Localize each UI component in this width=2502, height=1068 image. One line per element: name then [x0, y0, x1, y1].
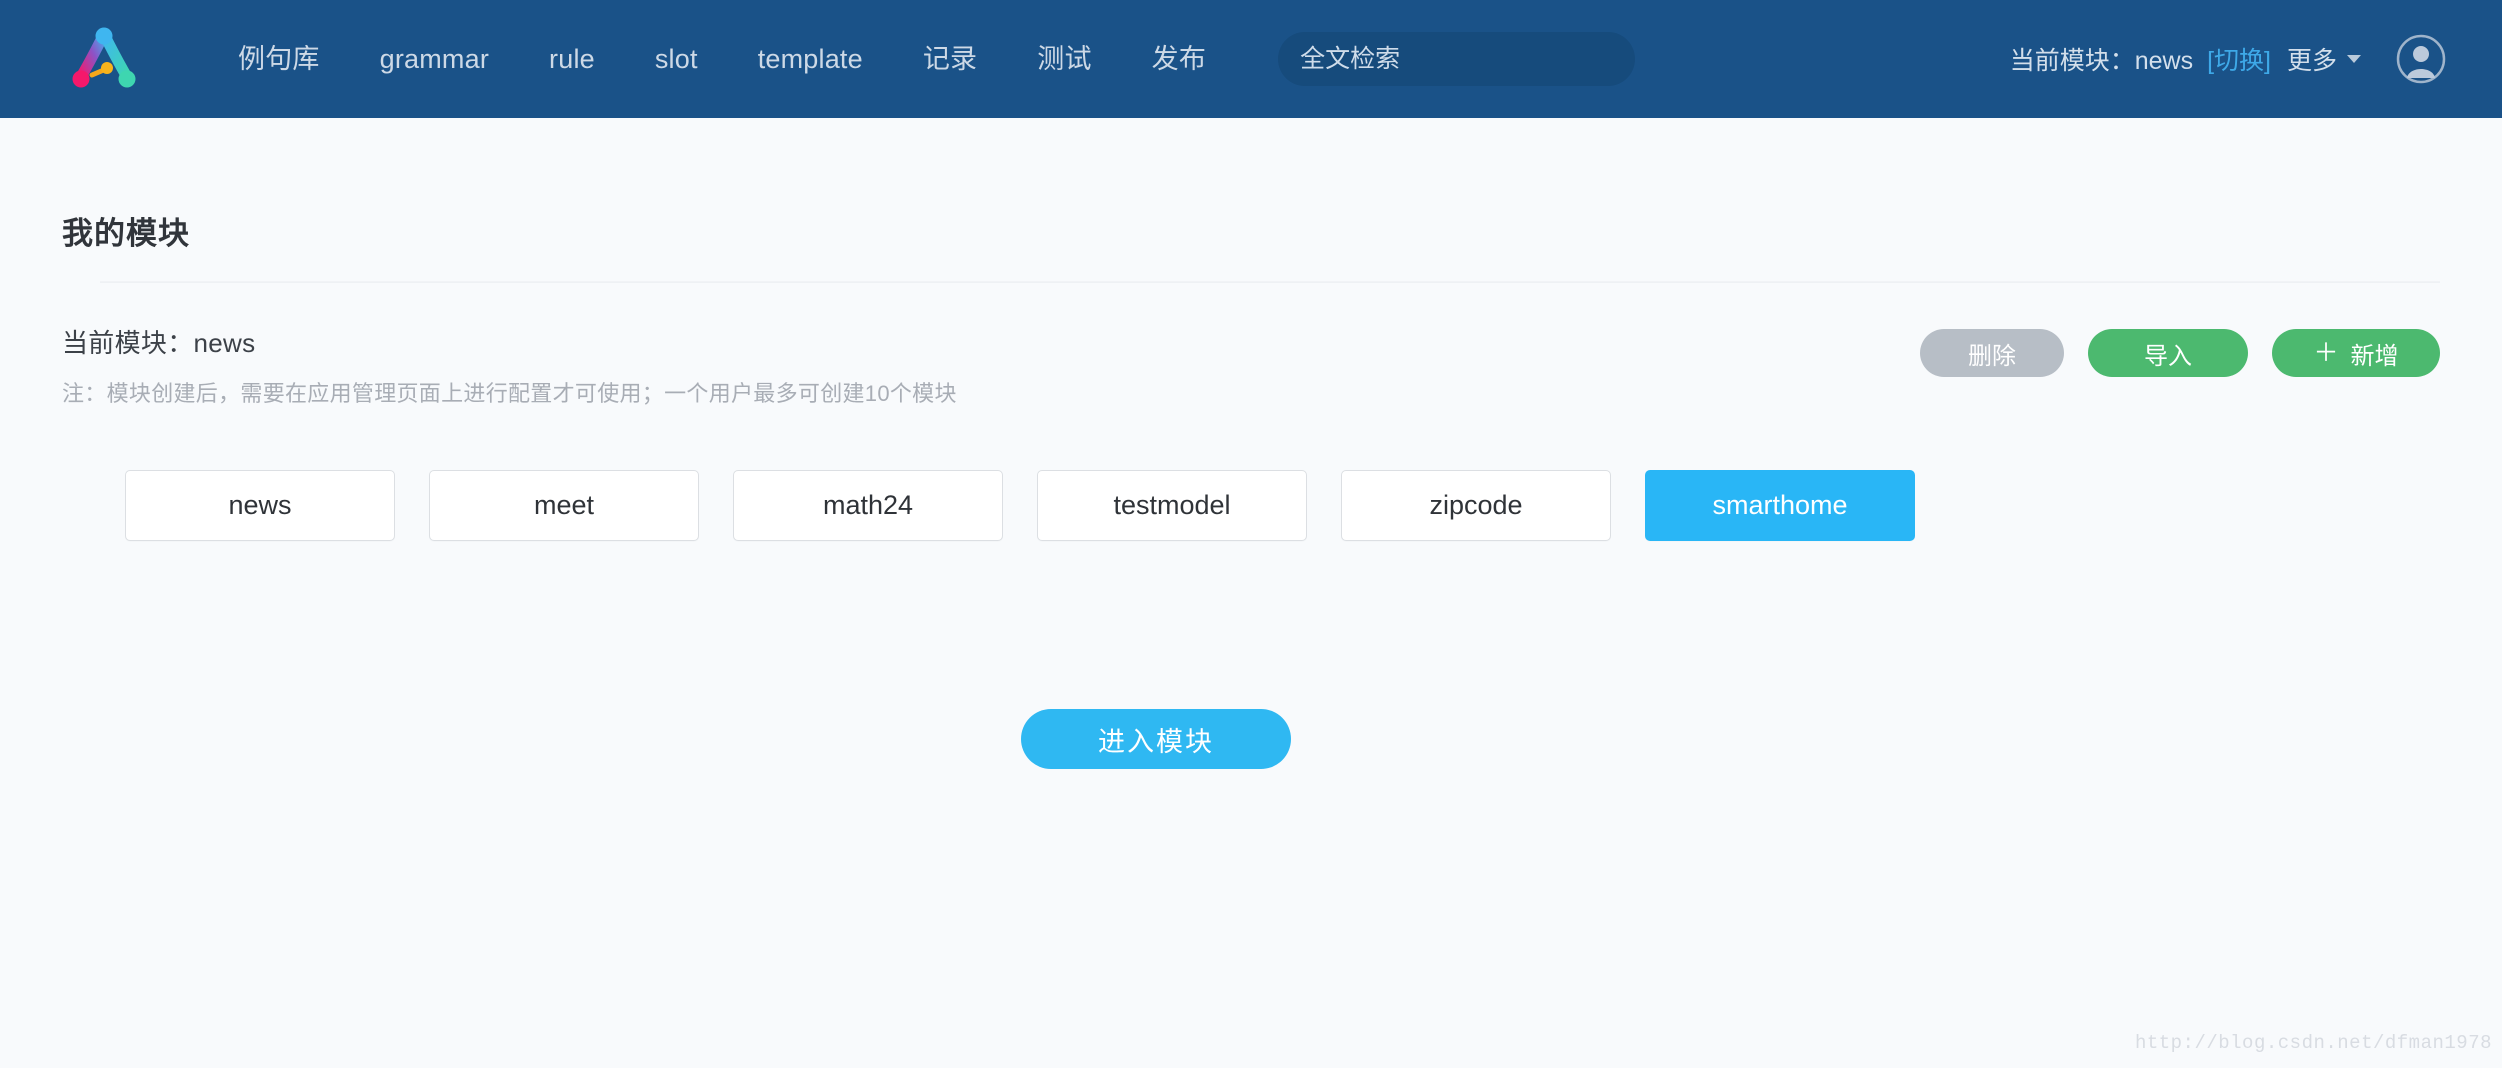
module-chip-meet[interactable]: meet	[429, 470, 699, 541]
delete-button[interactable]: 删除	[1920, 329, 2064, 377]
chevron-down-icon	[2347, 55, 2361, 63]
current-module-indicator: 当前模块：news	[2009, 47, 2194, 75]
nav-item-publish[interactable]: 发布	[1122, 36, 1236, 83]
enter-module-button[interactable]: 进入模块	[1021, 709, 1291, 769]
module-actions: 删除 导入 ＋ 新增	[1920, 329, 2440, 377]
plus-icon: ＋	[2313, 338, 2339, 367]
module-chip-news[interactable]: news	[125, 470, 395, 541]
nav-item-records[interactable]: 记录	[893, 36, 1007, 83]
module-summary-row: 当前模块：news 注：模块创建后，需要在应用管理页面上进行配置才可使用；一个用…	[62, 323, 2440, 408]
module-chip-smarthome[interactable]: smarthome	[1645, 470, 1915, 541]
avatar[interactable]	[2395, 33, 2447, 85]
module-chip-math24[interactable]: math24	[733, 470, 1003, 541]
page-content: 我的模块 当前模块：news 注：模块创建后，需要在应用管理页面上进行配置才可使…	[0, 118, 2502, 1068]
navbar-right-section: 当前模块：news [切换] 更多	[2010, 33, 2447, 85]
module-chip-list: news meet math24 testmodel zipcode smart…	[62, 470, 2440, 541]
nav-item-examples[interactable]: 例句库	[208, 36, 350, 83]
module-chip-testmodel[interactable]: testmodel	[1037, 470, 1307, 541]
current-module-text: 当前模块：news	[62, 328, 256, 358]
module-summary-text: 当前模块：news 注：模块创建后，需要在应用管理页面上进行配置才可使用；一个用…	[62, 323, 1920, 408]
search-input[interactable]	[1278, 32, 1636, 86]
top-navbar: 例句库 grammar rule slot template 记录 测试 发布 …	[0, 0, 2502, 118]
nav-item-rule[interactable]: rule	[519, 36, 625, 83]
nav-item-grammar[interactable]: grammar	[350, 36, 519, 83]
more-menu-button[interactable]: 更多	[2287, 41, 2361, 77]
page-title: 我的模块	[62, 216, 190, 251]
more-menu-label: 更多	[2286, 47, 2337, 75]
module-note: 注：模块创建后，需要在应用管理页面上进行配置才可使用；一个用户最多可创建10个模…	[62, 381, 957, 406]
nav-item-test[interactable]: 测试	[1007, 36, 1121, 83]
app-logo[interactable]	[62, 17, 146, 101]
nav-item-template[interactable]: template	[728, 36, 893, 83]
main-navigation: 例句库 grammar rule slot template 记录 测试 发布	[208, 36, 1236, 83]
watermark: http://blog.csdn.net/dfman1978	[2134, 1032, 2492, 1054]
switch-module-link[interactable]: [切换]	[2207, 41, 2271, 77]
module-chip-zipcode[interactable]: zipcode	[1341, 470, 1611, 541]
add-button-label: 新增	[2350, 342, 2399, 370]
nav-item-slot[interactable]: slot	[625, 36, 728, 83]
title-divider	[100, 281, 2440, 283]
add-button[interactable]: ＋ 新增	[2272, 329, 2440, 377]
search-box	[1278, 32, 1636, 86]
import-button[interactable]: 导入	[2088, 329, 2248, 377]
enter-module-section: 进入模块	[62, 709, 2440, 769]
